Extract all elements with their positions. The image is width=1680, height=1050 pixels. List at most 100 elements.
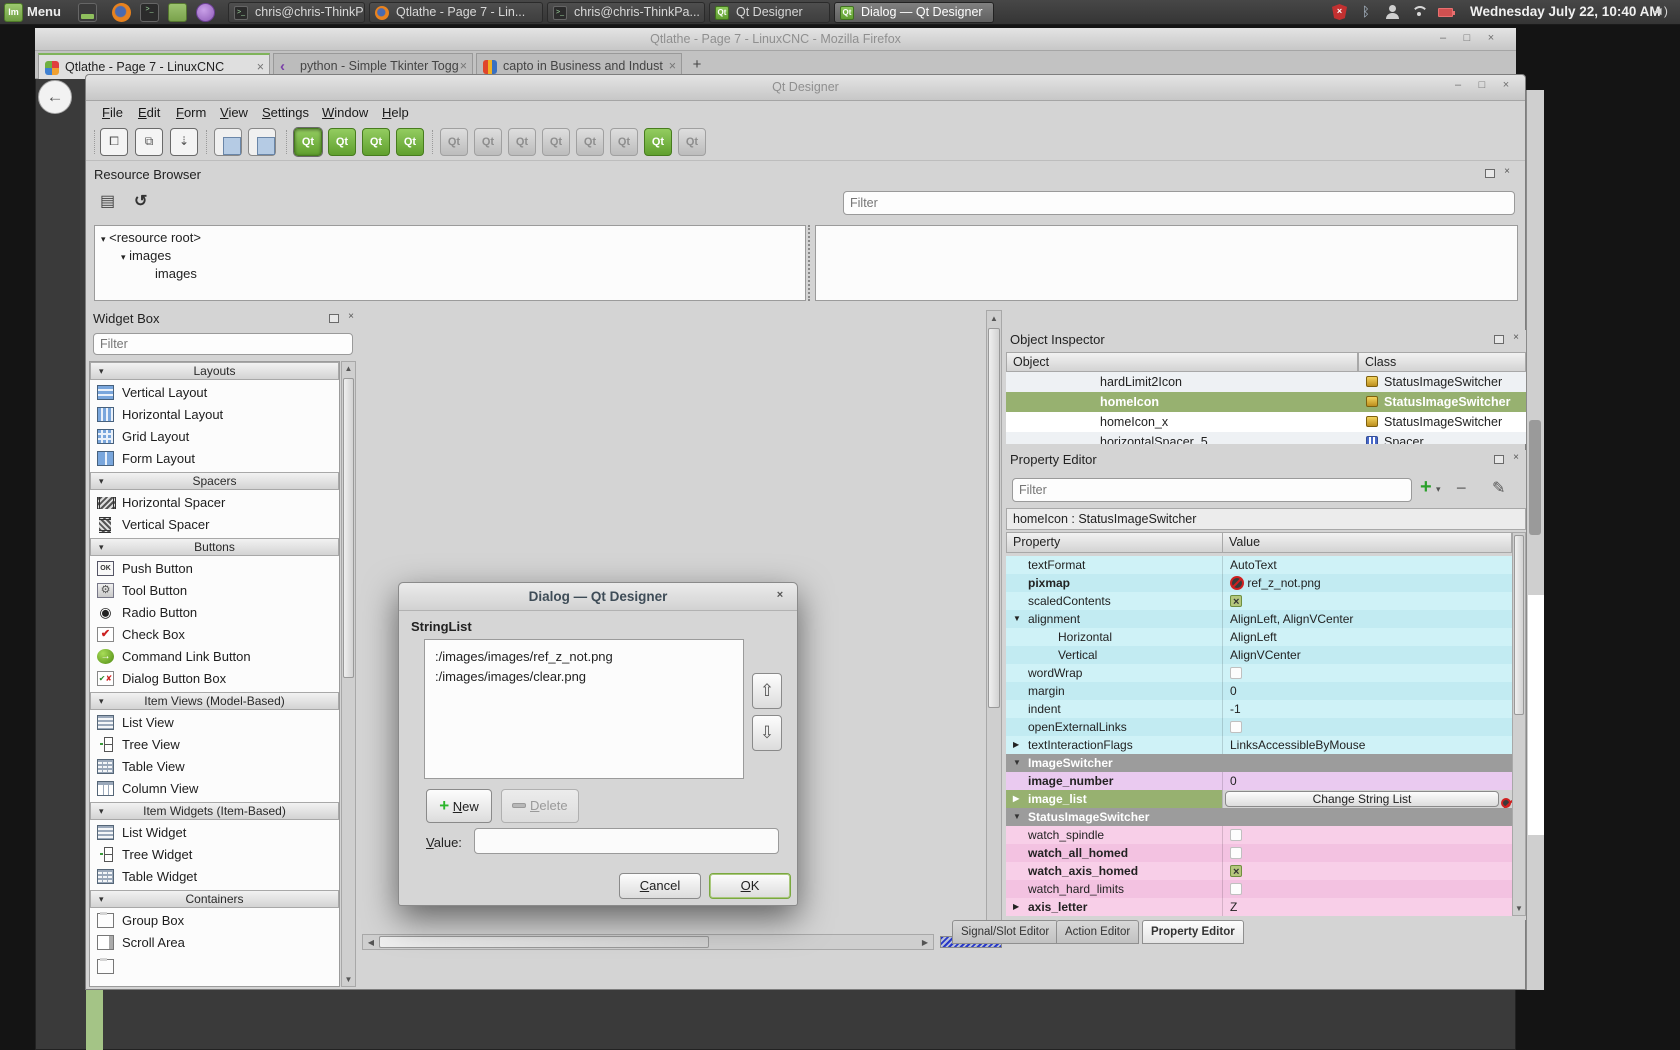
inspector-row-hardlimit2icon[interactable]: hardLimit2Icon StatusImageSwitcher	[1006, 372, 1526, 392]
property-row-alignment-vertical[interactable]: VerticalAlignVCenter	[1006, 646, 1512, 664]
property-row-alignment[interactable]: ▼alignmentAlignLeft, AlignVCenter	[1006, 610, 1512, 628]
property-row-wordwrap[interactable]: wordWrap	[1006, 664, 1512, 682]
widget-item-partial[interactable]	[90, 956, 340, 978]
widget-item-check-box[interactable]: ✔Check Box	[90, 624, 340, 646]
property-row-scaledcontents[interactable]: scaledContents	[1006, 592, 1512, 610]
taskbar-window-firefox[interactable]: Qtlathe - Page 7 - Lin...	[369, 2, 543, 23]
tab-signal-slot-editor[interactable]: Signal/Slot Editor	[952, 920, 1058, 944]
tree-expander-icon[interactable]: ▾	[101, 234, 106, 244]
scrollbar-thumb[interactable]	[1514, 535, 1524, 715]
inspector-row-homeicon-x[interactable]: homeIcon_x StatusImageSwitcher	[1006, 412, 1526, 432]
property-group-imageswitcher[interactable]: ▼ImageSwitcher	[1006, 754, 1512, 772]
show-desktop-icon[interactable]	[78, 3, 97, 22]
section-item-views[interactable]: ▾Item Views (Model-Based)	[90, 692, 339, 710]
tab-property-editor[interactable]: Property Editor	[1142, 920, 1244, 944]
panel-close-icon[interactable]: ×	[1501, 167, 1513, 178]
widget-item-vertical-spacer[interactable]: Vertical Spacer	[90, 514, 340, 536]
dialog-close-icon[interactable]: ×	[771, 588, 789, 604]
property-row-watch-spindle[interactable]: watch_spindle	[1006, 826, 1512, 844]
mint-menu-icon[interactable]: lm	[4, 3, 23, 22]
firefox-minimize-button[interactable]: –	[1434, 31, 1452, 47]
menu-button[interactable]: Menu	[27, 4, 61, 19]
firefox-maximize-button[interactable]: □	[1458, 31, 1476, 47]
new-form-icon[interactable]: ⧠	[100, 128, 128, 156]
ok-button[interactable]: OK	[709, 873, 791, 899]
section-spacers[interactable]: ▾Spacers	[90, 472, 339, 490]
designer-minimize-button[interactable]: –	[1449, 78, 1467, 94]
reload-icon[interactable]: ↺	[134, 191, 147, 211]
adjust-size-icon[interactable]: Qt	[678, 128, 706, 156]
section-containers[interactable]: ▾Containers	[90, 890, 339, 908]
dialog-titlebar[interactable]: Dialog — Qt Designer ×	[399, 583, 797, 611]
canvas-vertical-scrollbar[interactable]: ▲ ▼	[986, 310, 1002, 933]
layout-form-icon[interactable]: Qt	[576, 128, 604, 156]
checkbox-unchecked[interactable]	[1230, 847, 1242, 859]
list-item-ref-z-not[interactable]: :/images/images/ref_z_not.png	[425, 640, 743, 667]
checkbox-unchecked[interactable]	[1230, 883, 1242, 895]
splitter-handle[interactable]	[808, 225, 813, 301]
paste-widget-icon[interactable]	[248, 128, 276, 156]
menu-help[interactable]: Help	[376, 101, 415, 124]
copy-widget-icon[interactable]	[214, 128, 242, 156]
checkbox-checked[interactable]	[1230, 595, 1242, 607]
battery-icon[interactable]	[1438, 8, 1453, 17]
menu-view[interactable]: View	[214, 101, 254, 124]
property-row-textinteractionflags[interactable]: ▶textInteractionFlagsLinksAccessibleByMo…	[1006, 736, 1512, 754]
break-layout-icon[interactable]: Qt	[644, 128, 672, 156]
property-row-alignment-horizontal[interactable]: HorizontalAlignLeft	[1006, 628, 1512, 646]
layout-horizontal-icon[interactable]: Qt	[440, 128, 468, 156]
widget-filter-input[interactable]	[93, 333, 353, 355]
property-row-watch-hard-limits[interactable]: watch_hard_limits	[1006, 880, 1512, 898]
volume-icon[interactable]: ◄)	[1652, 4, 1668, 18]
panel-close-icon[interactable]: ×	[1510, 333, 1522, 344]
change-string-list-button[interactable]: Change String List	[1225, 791, 1499, 807]
column-header-value[interactable]: Value	[1222, 532, 1512, 553]
column-header-property[interactable]: Property	[1006, 532, 1223, 553]
value-input[interactable]	[474, 828, 779, 854]
widget-item-list-widget[interactable]: List Widget	[90, 822, 340, 844]
widget-item-radio-button[interactable]: ◉Radio Button	[90, 602, 340, 624]
widget-item-column-view[interactable]: Column View	[90, 778, 340, 800]
add-dropdown-icon[interactable]: ▾	[1436, 484, 1441, 495]
taskbar-window-terminal-2[interactable]: >_chris@chris-ThinkPa...	[547, 2, 705, 23]
panel-float-icon[interactable]	[329, 314, 339, 323]
property-row-axis-letter[interactable]: ▶axis_letterZ	[1006, 898, 1512, 916]
designer-maximize-button[interactable]: □	[1473, 78, 1491, 94]
widget-item-dialog-button-box[interactable]: ✔✘Dialog Button Box	[90, 668, 340, 690]
widget-item-push-button[interactable]: OKPush Button	[90, 558, 340, 580]
property-row-image-number[interactable]: image_number0	[1006, 772, 1512, 790]
widget-item-tree-view[interactable]: Tree View	[90, 734, 340, 756]
scrollbar-thumb[interactable]	[379, 936, 709, 948]
edit-signals-mode-icon[interactable]: Qt	[328, 128, 356, 156]
resource-filter-input[interactable]	[843, 191, 1515, 215]
back-button[interactable]: ←	[38, 80, 72, 114]
tab-action-editor[interactable]: Action Editor	[1056, 920, 1139, 944]
tree-item-images-child[interactable]: images	[155, 266, 197, 281]
scroll-right-icon[interactable]: ▶	[920, 938, 930, 947]
stringlist-listbox[interactable]: :/images/images/ref_z_not.png :/images/i…	[424, 639, 744, 779]
panel-close-icon[interactable]: ×	[345, 312, 357, 323]
scroll-down-icon[interactable]: ▼	[342, 975, 355, 984]
scrollbar-thumb[interactable]	[988, 328, 1000, 708]
duplicate-form-icon[interactable]: ⧉	[135, 128, 163, 156]
widget-item-horizontal-spacer[interactable]: Horizontal Spacer	[90, 492, 340, 514]
widget-item-list-view[interactable]: List View	[90, 712, 340, 734]
widget-item-scroll-area[interactable]: Scroll Area	[90, 932, 340, 954]
property-row-indent[interactable]: indent-1	[1006, 700, 1512, 718]
widget-item-grid-layout[interactable]: Grid Layout	[90, 426, 340, 448]
checkbox-unchecked[interactable]	[1230, 829, 1242, 841]
new-button[interactable]: + New	[426, 789, 492, 823]
add-property-icon[interactable]: +	[1420, 476, 1432, 499]
designer-close-button[interactable]: ×	[1497, 78, 1515, 94]
layout-splitter-h-icon[interactable]: Qt	[508, 128, 536, 156]
scroll-left-icon[interactable]: ◀	[366, 938, 376, 947]
configure-icon[interactable]: ✎	[1492, 478, 1505, 498]
scroll-up-icon[interactable]: ▲	[342, 364, 355, 373]
property-row-openexternallinks[interactable]: openExternalLinks	[1006, 718, 1512, 736]
terminal-launcher-icon[interactable]: >_	[140, 3, 159, 22]
widget-item-vertical-layout[interactable]: Vertical Layout	[90, 382, 340, 404]
section-buttons[interactable]: ▾Buttons	[90, 538, 339, 556]
inspector-row-horizontalspacer5[interactable]: horizontalSpacer_5 Spacer	[1006, 432, 1526, 444]
cancel-button[interactable]: Cancel	[619, 873, 701, 899]
canvas-horizontal-scrollbar[interactable]: ◀ ▶	[362, 934, 934, 950]
